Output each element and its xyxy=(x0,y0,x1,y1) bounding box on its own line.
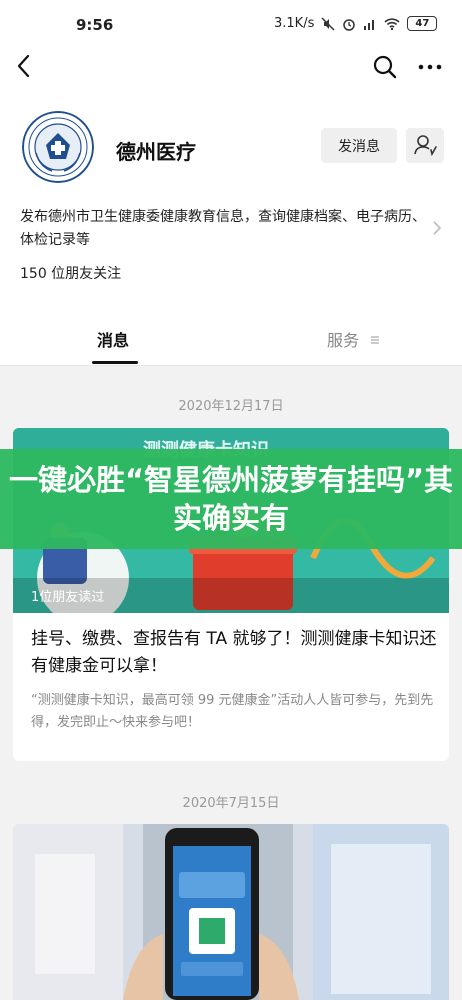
tab-services[interactable]: 服务 xyxy=(327,327,359,351)
overlay-banner: 一键必胜“智星德州菠萝有挂吗”其实确实有 xyxy=(0,449,462,549)
follow-button[interactable] xyxy=(406,128,444,163)
followers-count: 150 位朋友关注 xyxy=(20,266,122,282)
signal-icon xyxy=(364,19,375,30)
account-description[interactable]: 发布德州市卫生健康委健康教育信息，查询健康档案、电子病历、体检记录等 xyxy=(20,206,428,252)
date-separator: 2020年12月17日 xyxy=(178,399,284,414)
date-separator: 2020年7月15日 xyxy=(182,796,280,811)
menu-lines-icon xyxy=(371,336,379,344)
active-tab-indicator xyxy=(92,361,138,364)
status-bar: 9:56 3.1K/s 47 xyxy=(0,0,462,50)
wifi-icon xyxy=(384,17,400,30)
status-icons: 3.1K/s 47 xyxy=(274,16,438,31)
tab-messages[interactable]: 消息 xyxy=(97,327,129,351)
search-icon[interactable] xyxy=(372,54,398,80)
back-arrow-icon[interactable] xyxy=(12,50,36,84)
network-speed: 3.1K/s xyxy=(274,16,315,31)
article-title[interactable]: 挂号、缴费、查报告有 TA 就够了！测测健康卡知识还有健康金可以拿！ xyxy=(31,626,437,680)
alarm-icon xyxy=(343,18,356,31)
banner-text: 一键必胜“智星德州菠萝有挂吗”其实确实有 xyxy=(8,463,454,535)
mute-icon xyxy=(321,16,335,31)
nav-bar xyxy=(0,50,462,86)
tab-bar: 消息 服务 xyxy=(0,310,462,366)
account-profile: 德州医疗 发消息 发布德州市卫生健康委健康教育信息，查询健康档案、电子病历、体检… xyxy=(0,86,462,310)
send-message-button[interactable]: 发消息 xyxy=(321,128,397,163)
friends-read-count: 1位朋友读过 xyxy=(31,590,105,605)
more-icon[interactable] xyxy=(416,54,444,80)
add-user-icon xyxy=(414,135,437,157)
account-name: 德州医疗 xyxy=(116,140,196,164)
status-time: 9:56 xyxy=(76,16,114,34)
article-summary: “测测健康卡知识，最高可领 99 元健康金”活动人人皆可参与，先到先得，发完即止… xyxy=(31,693,434,730)
account-logo xyxy=(22,111,94,183)
article-cover-image[interactable] xyxy=(13,824,449,1000)
article-card[interactable] xyxy=(13,824,449,1000)
battery-icon: 47 xyxy=(407,16,438,31)
chevron-right-icon[interactable] xyxy=(432,220,442,236)
